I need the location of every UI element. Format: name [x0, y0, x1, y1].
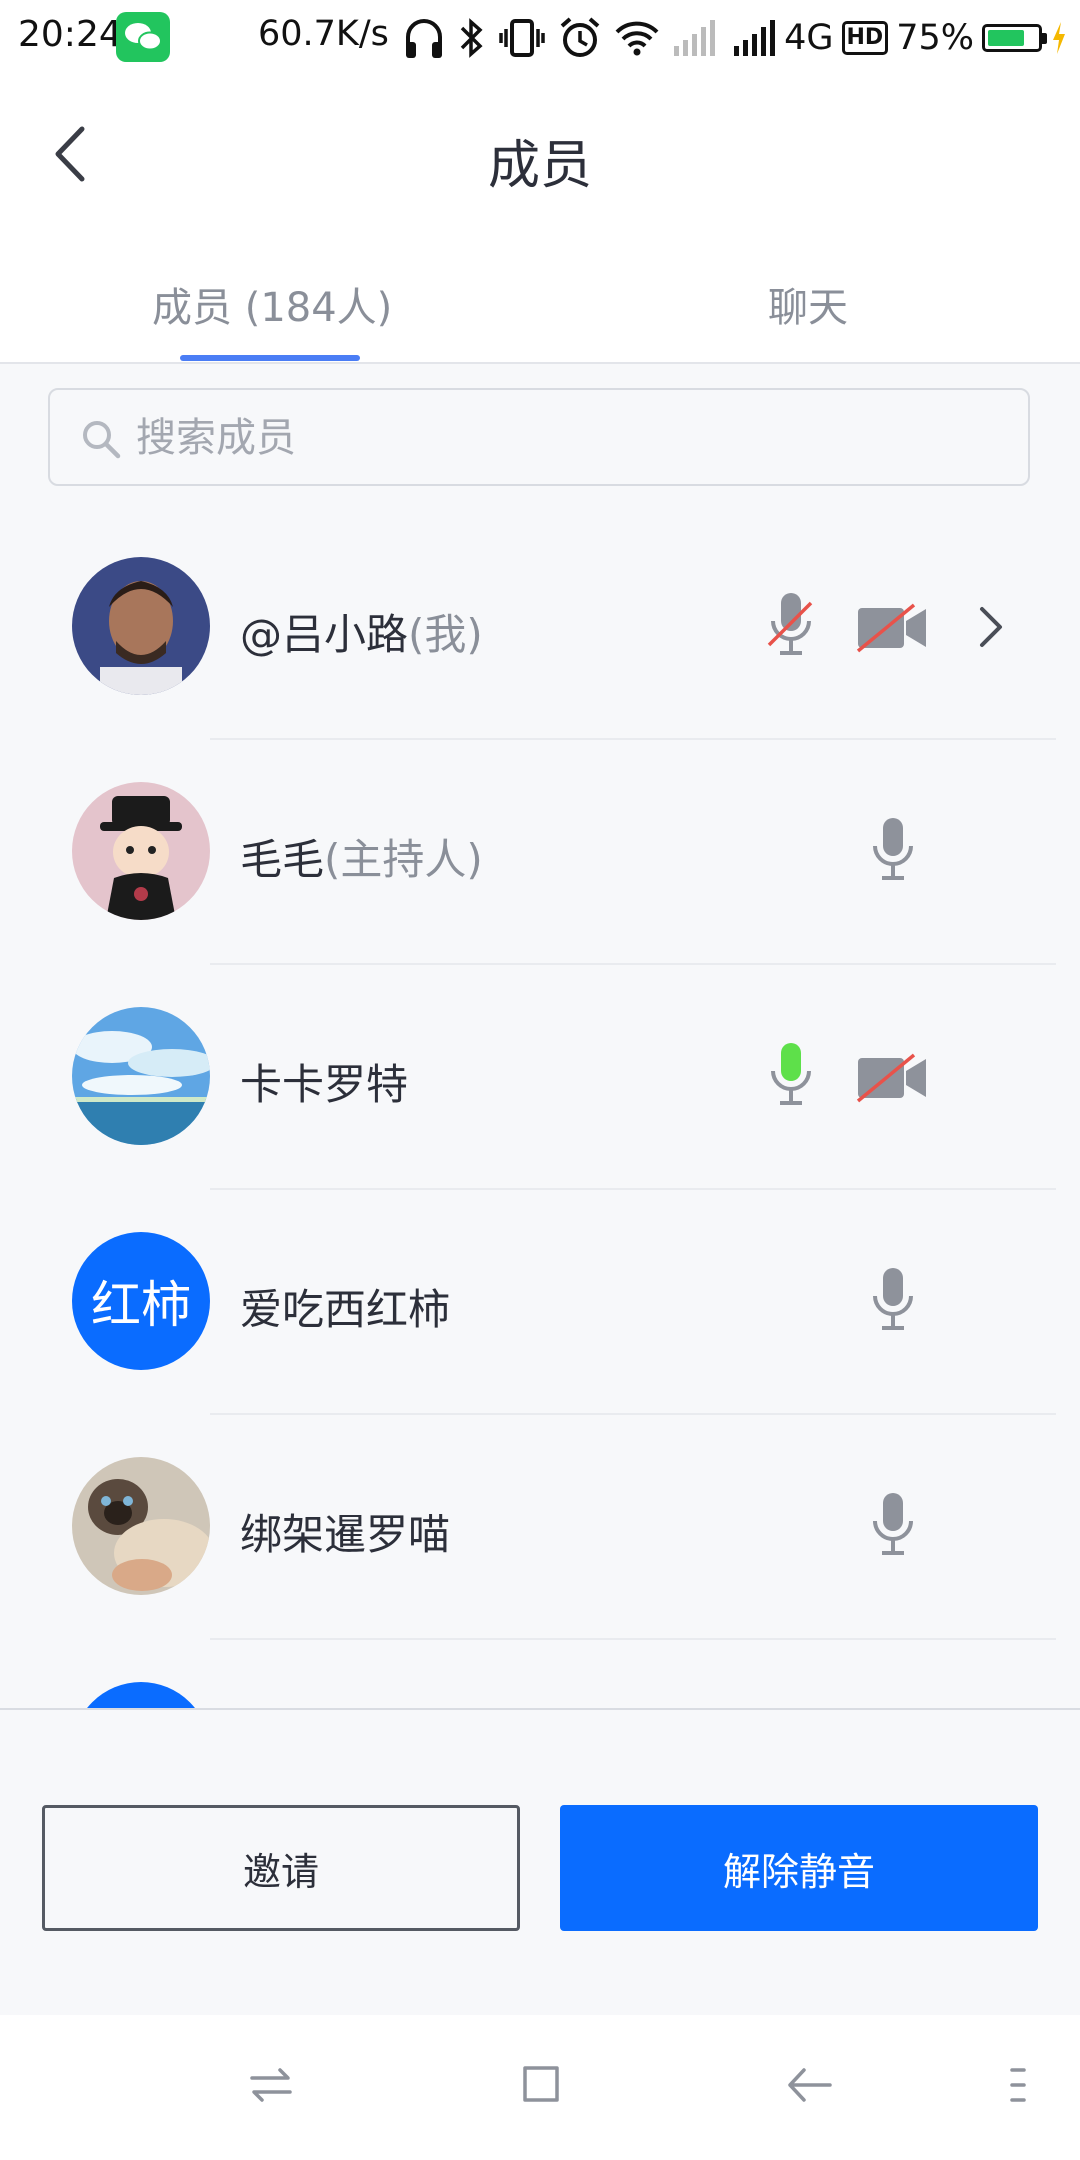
network-type: 4G — [784, 18, 834, 58]
avatar — [72, 782, 210, 920]
mic-icon[interactable] — [868, 1262, 918, 1342]
member-list[interactable]: @吕小路(我) 毛毛(主持人) 卡卡罗特 红柿 爱吃西红柿 绑架暹罗喵 — [0, 515, 1080, 1708]
hd-icon: HD — [841, 21, 889, 55]
member-row[interactable]: 毛毛(主持人) — [0, 740, 1080, 965]
avatar: 红柿 — [72, 1232, 210, 1370]
chevron-right-icon[interactable] — [976, 603, 1006, 651]
alarm-icon — [560, 17, 600, 57]
battery-percent: 75% — [896, 18, 974, 58]
system-nav-bar — [0, 2015, 1080, 2160]
tab-members[interactable]: 成员 (184人) — [152, 275, 392, 333]
wifi-icon — [615, 21, 659, 56]
mic-speaking-icon[interactable] — [766, 1037, 816, 1117]
unmute-button[interactable]: 解除静音 — [560, 1805, 1038, 1931]
back-nav-icon[interactable] — [784, 2060, 834, 2110]
member-search-box[interactable] — [48, 388, 1030, 486]
avatar — [72, 1007, 210, 1145]
tab-chat[interactable]: 聊天 — [768, 275, 848, 333]
menu-icon[interactable] — [1006, 2060, 1030, 2110]
mic-muted-icon[interactable] — [766, 587, 816, 667]
action-bar-divider — [0, 1708, 1080, 1710]
member-row[interactable]: 绑架暹罗喵 — [0, 1415, 1080, 1640]
charging-icon — [1053, 22, 1065, 54]
avatar — [72, 1682, 210, 1708]
camera-off-icon[interactable] — [856, 603, 928, 653]
bluetooth-icon — [460, 18, 483, 58]
network-speed: 60.7K/s — [258, 14, 389, 54]
signal-icon — [674, 20, 715, 56]
member-row[interactable]: @吕小路(我) — [0, 515, 1080, 740]
signal-icon — [734, 20, 776, 56]
mic-icon[interactable] — [868, 812, 918, 892]
search-icon — [83, 421, 121, 459]
member-name: @吕小路(我) — [240, 610, 483, 659]
vibrate-icon — [499, 19, 545, 57]
tab-bar: 成员 (184人) 聊天 — [0, 235, 1080, 364]
headphones-icon — [406, 19, 442, 58]
member-name: 绑架暹罗喵 — [240, 1510, 451, 1559]
search-input[interactable] — [134, 390, 998, 486]
active-tab-indicator — [180, 355, 360, 361]
status-bar: 20:24 60.7K/s 4G HD 75% — [0, 0, 1080, 75]
member-name: 毛毛(主持人) — [240, 835, 483, 884]
invite-button[interactable]: 邀请 — [42, 1805, 520, 1931]
wechat-icon — [116, 12, 170, 62]
home-icon[interactable] — [515, 2060, 565, 2110]
member-row[interactable]: 红柿 爱吃西红柿 — [0, 1190, 1080, 1415]
avatar — [72, 557, 210, 695]
camera-off-icon[interactable] — [856, 1053, 928, 1103]
member-row[interactable]: 卡卡罗特 — [0, 965, 1080, 1190]
member-row[interactable] — [0, 1640, 1080, 1708]
app-header: 成员 — [0, 75, 1080, 235]
member-name: 爱吃西红柿 — [240, 1285, 451, 1334]
member-name: 卡卡罗特 — [240, 1060, 409, 1109]
switch-apps-icon[interactable] — [246, 2060, 296, 2110]
battery-icon — [982, 24, 1047, 52]
page-title: 成员 — [487, 136, 592, 196]
mic-icon[interactable] — [868, 1487, 918, 1567]
avatar — [72, 1457, 210, 1595]
status-time: 20:24 — [18, 14, 122, 55]
